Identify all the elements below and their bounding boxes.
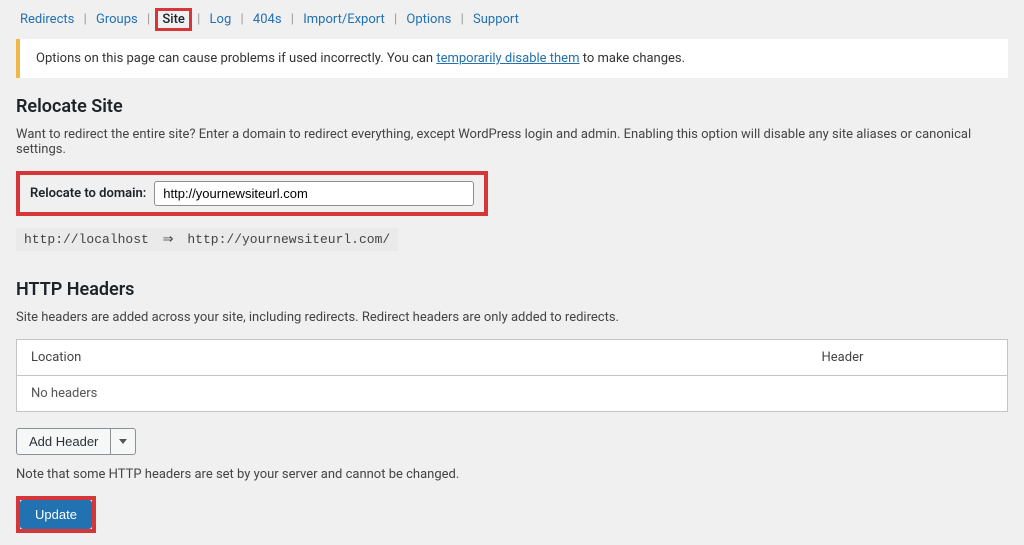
add-header-button[interactable]: Add Header	[17, 429, 111, 454]
update-button[interactable]: Update	[20, 500, 92, 529]
table-row: No headers	[17, 376, 1008, 412]
headers-title: HTTP Headers	[16, 279, 1008, 300]
no-headers-cell: No headers	[17, 376, 1008, 412]
relocate-desc: Want to redirect the entire site? Enter …	[16, 127, 1008, 157]
tab-separator: |	[394, 12, 397, 27]
headers-table: Location Header No headers	[16, 339, 1008, 412]
col-location: Location	[17, 340, 808, 376]
relocate-mapping: http://localhost ⇒ http://yournewsiteurl…	[16, 228, 398, 251]
update-wrap: Update	[16, 496, 96, 533]
tab-import-export[interactable]: Import/Export	[299, 10, 389, 29]
relocate-domain-input[interactable]	[154, 181, 474, 206]
tab-bar: Redirects | Groups | Site | Log | 404s |…	[16, 12, 1008, 27]
relocate-label: Relocate to domain:	[30, 186, 146, 201]
col-header: Header	[808, 340, 1008, 376]
add-header-dropdown-toggle[interactable]	[111, 429, 135, 454]
tab-separator: |	[197, 12, 200, 27]
tab-site[interactable]: Site	[155, 8, 191, 31]
tab-separator: |	[291, 12, 294, 27]
notice-text-pre: Options on this page can cause problems …	[36, 51, 436, 66]
notice-text-post: to make changes.	[579, 51, 685, 66]
tab-separator: |	[240, 12, 243, 27]
tab-404s[interactable]: 404s	[249, 10, 286, 29]
tab-support[interactable]: Support	[469, 10, 523, 29]
add-header-group: Add Header	[16, 428, 136, 455]
relocate-row: Relocate to domain:	[16, 171, 488, 216]
tab-log[interactable]: Log	[206, 10, 236, 29]
tab-separator: |	[84, 12, 87, 27]
tab-redirects[interactable]: Redirects	[16, 10, 78, 29]
tab-groups[interactable]: Groups	[92, 10, 142, 29]
tab-separator: |	[461, 12, 464, 27]
arrow-icon: ⇒	[163, 232, 174, 247]
headers-note: Note that some HTTP headers are set by y…	[16, 467, 1008, 482]
mapping-to: http://yournewsiteurl.com/	[187, 232, 390, 247]
disable-link[interactable]: temporarily disable them	[436, 51, 579, 66]
tab-separator: |	[147, 12, 150, 27]
chevron-down-icon	[119, 439, 127, 444]
warning-notice: Options on this page can cause problems …	[16, 39, 1008, 78]
relocate-title: Relocate Site	[16, 96, 1008, 117]
headers-desc: Site headers are added across your site,…	[16, 310, 1008, 325]
tab-options[interactable]: Options	[402, 10, 455, 29]
mapping-from: http://localhost	[24, 232, 149, 247]
